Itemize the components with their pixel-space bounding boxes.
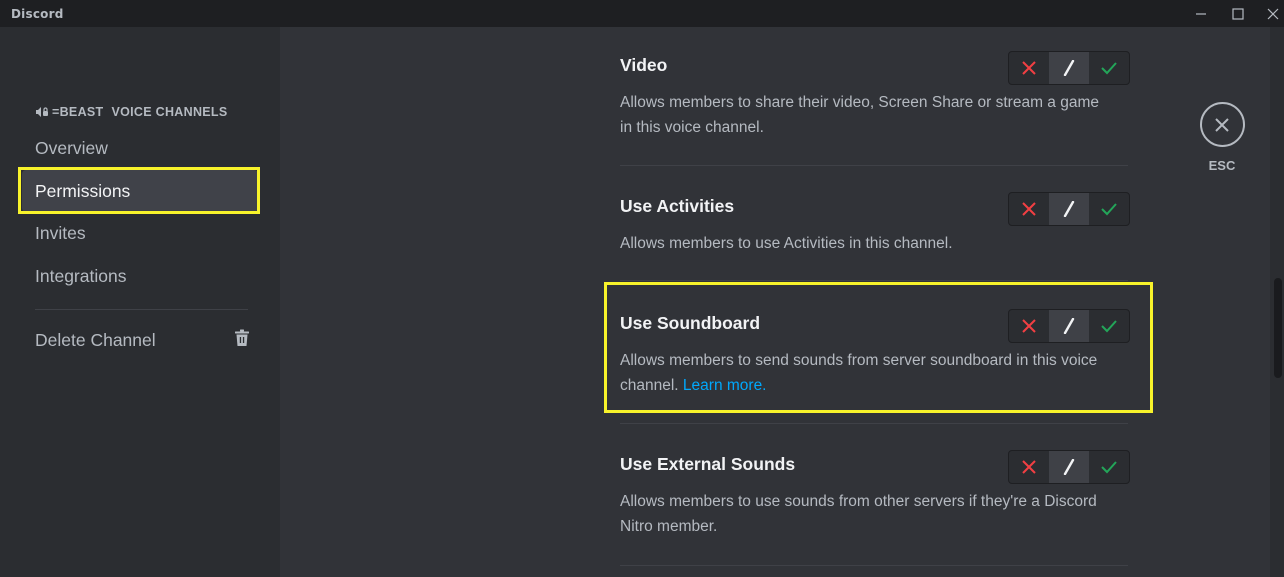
permission-row-video: Video Allows members to share their vide…	[620, 51, 1130, 171]
esc-close-button[interactable]: ESC	[1199, 102, 1245, 173]
permission-toggle	[1008, 450, 1130, 484]
trash-icon	[234, 329, 250, 352]
sidebar-item-delete-channel[interactable]: Delete Channel	[22, 319, 258, 361]
app-name: Discord	[11, 7, 64, 21]
permission-title: Use Soundboard	[620, 313, 761, 333]
permission-title: Use Activities	[620, 196, 735, 216]
neutral-button[interactable]	[1049, 310, 1089, 342]
neutral-button[interactable]	[1049, 193, 1089, 225]
neutral-button[interactable]	[1049, 451, 1089, 483]
sidebar-divider	[35, 309, 248, 310]
minimize-button[interactable]	[1186, 0, 1216, 27]
scrollbar-thumb[interactable]	[1274, 278, 1282, 378]
deny-button[interactable]	[1009, 310, 1049, 342]
neutral-button[interactable]	[1049, 52, 1089, 84]
sidebar-item-label: Permissions	[35, 180, 131, 201]
channel-name: =BEAST	[52, 105, 104, 119]
close-circle-icon	[1199, 102, 1245, 147]
deny-button[interactable]	[1009, 193, 1049, 225]
permission-divider	[620, 565, 1128, 566]
allow-button[interactable]	[1089, 451, 1129, 483]
esc-label: ESC	[1208, 158, 1236, 173]
permission-divider	[620, 423, 1128, 424]
sidebar-header: =BEAST VOICE CHANNELS	[35, 105, 228, 119]
permissions-content: Video Allows members to share their vide…	[280, 27, 1284, 577]
permission-toggle	[1008, 192, 1130, 226]
title-bar: Discord	[0, 0, 1284, 27]
sidebar-item-label: Invites	[35, 222, 86, 243]
allow-check-icon	[1101, 461, 1117, 474]
permission-toggle	[1008, 309, 1130, 343]
close-icon	[1267, 8, 1279, 19]
permission-divider	[620, 165, 1128, 166]
sidebar-item-overview[interactable]: Overview	[22, 127, 258, 169]
settings-sidebar: =BEAST VOICE CHANNELS Overview Permissio…	[0, 27, 280, 577]
allow-check-icon	[1101, 62, 1117, 75]
deny-x-icon	[1022, 202, 1036, 216]
permission-description: Allows members to share their video, Scr…	[620, 94, 1099, 136]
maximize-icon	[1232, 7, 1244, 20]
deny-button[interactable]	[1009, 52, 1049, 84]
permission-description: Allows members to use Activities in this…	[620, 235, 953, 252]
permission-divider	[620, 280, 1128, 281]
neutral-slash-icon	[1063, 459, 1075, 475]
allow-check-icon	[1101, 320, 1117, 333]
sidebar-item-label: Integrations	[35, 265, 127, 286]
deny-x-icon	[1022, 319, 1036, 333]
category-label: VOICE CHANNELS	[111, 105, 228, 119]
neutral-slash-icon	[1063, 318, 1075, 334]
sidebar-item-permissions[interactable]: Permissions	[22, 170, 258, 212]
sidebar-item-integrations[interactable]: Integrations	[22, 255, 258, 297]
maximize-button[interactable]	[1223, 0, 1253, 27]
permission-row-use-soundboard: Use Soundboard Allows members to send so…	[620, 309, 1130, 409]
sidebar-item-invites[interactable]: Invites	[22, 212, 258, 254]
sidebar-item-label: Delete Channel	[35, 329, 156, 350]
permission-title: Use External Sounds	[620, 454, 796, 474]
neutral-slash-icon	[1063, 60, 1075, 76]
voice-locked-icon	[35, 105, 49, 119]
allow-button[interactable]	[1089, 310, 1129, 342]
permission-title: Video	[620, 55, 668, 75]
permission-description: Allows members to use sounds from other …	[620, 493, 1097, 535]
permission-description: Allows members to send sounds from serve…	[620, 348, 1100, 398]
permission-row-use-external-sounds: Use External Sounds Allows members to us…	[620, 450, 1130, 550]
permission-toggle	[1008, 51, 1130, 85]
deny-x-icon	[1022, 460, 1036, 474]
learn-more-link[interactable]: Learn more.	[683, 377, 767, 394]
deny-x-icon	[1022, 61, 1036, 75]
close-window-button[interactable]	[1258, 0, 1284, 27]
allow-check-icon	[1101, 203, 1117, 216]
deny-button[interactable]	[1009, 451, 1049, 483]
allow-button[interactable]	[1089, 193, 1129, 225]
neutral-slash-icon	[1063, 201, 1075, 217]
allow-button[interactable]	[1089, 52, 1129, 84]
sidebar-item-label: Overview	[35, 137, 108, 158]
minimize-icon	[1196, 12, 1206, 15]
permission-row-use-activities: Use Activities Allows members to use Act…	[620, 192, 1130, 272]
